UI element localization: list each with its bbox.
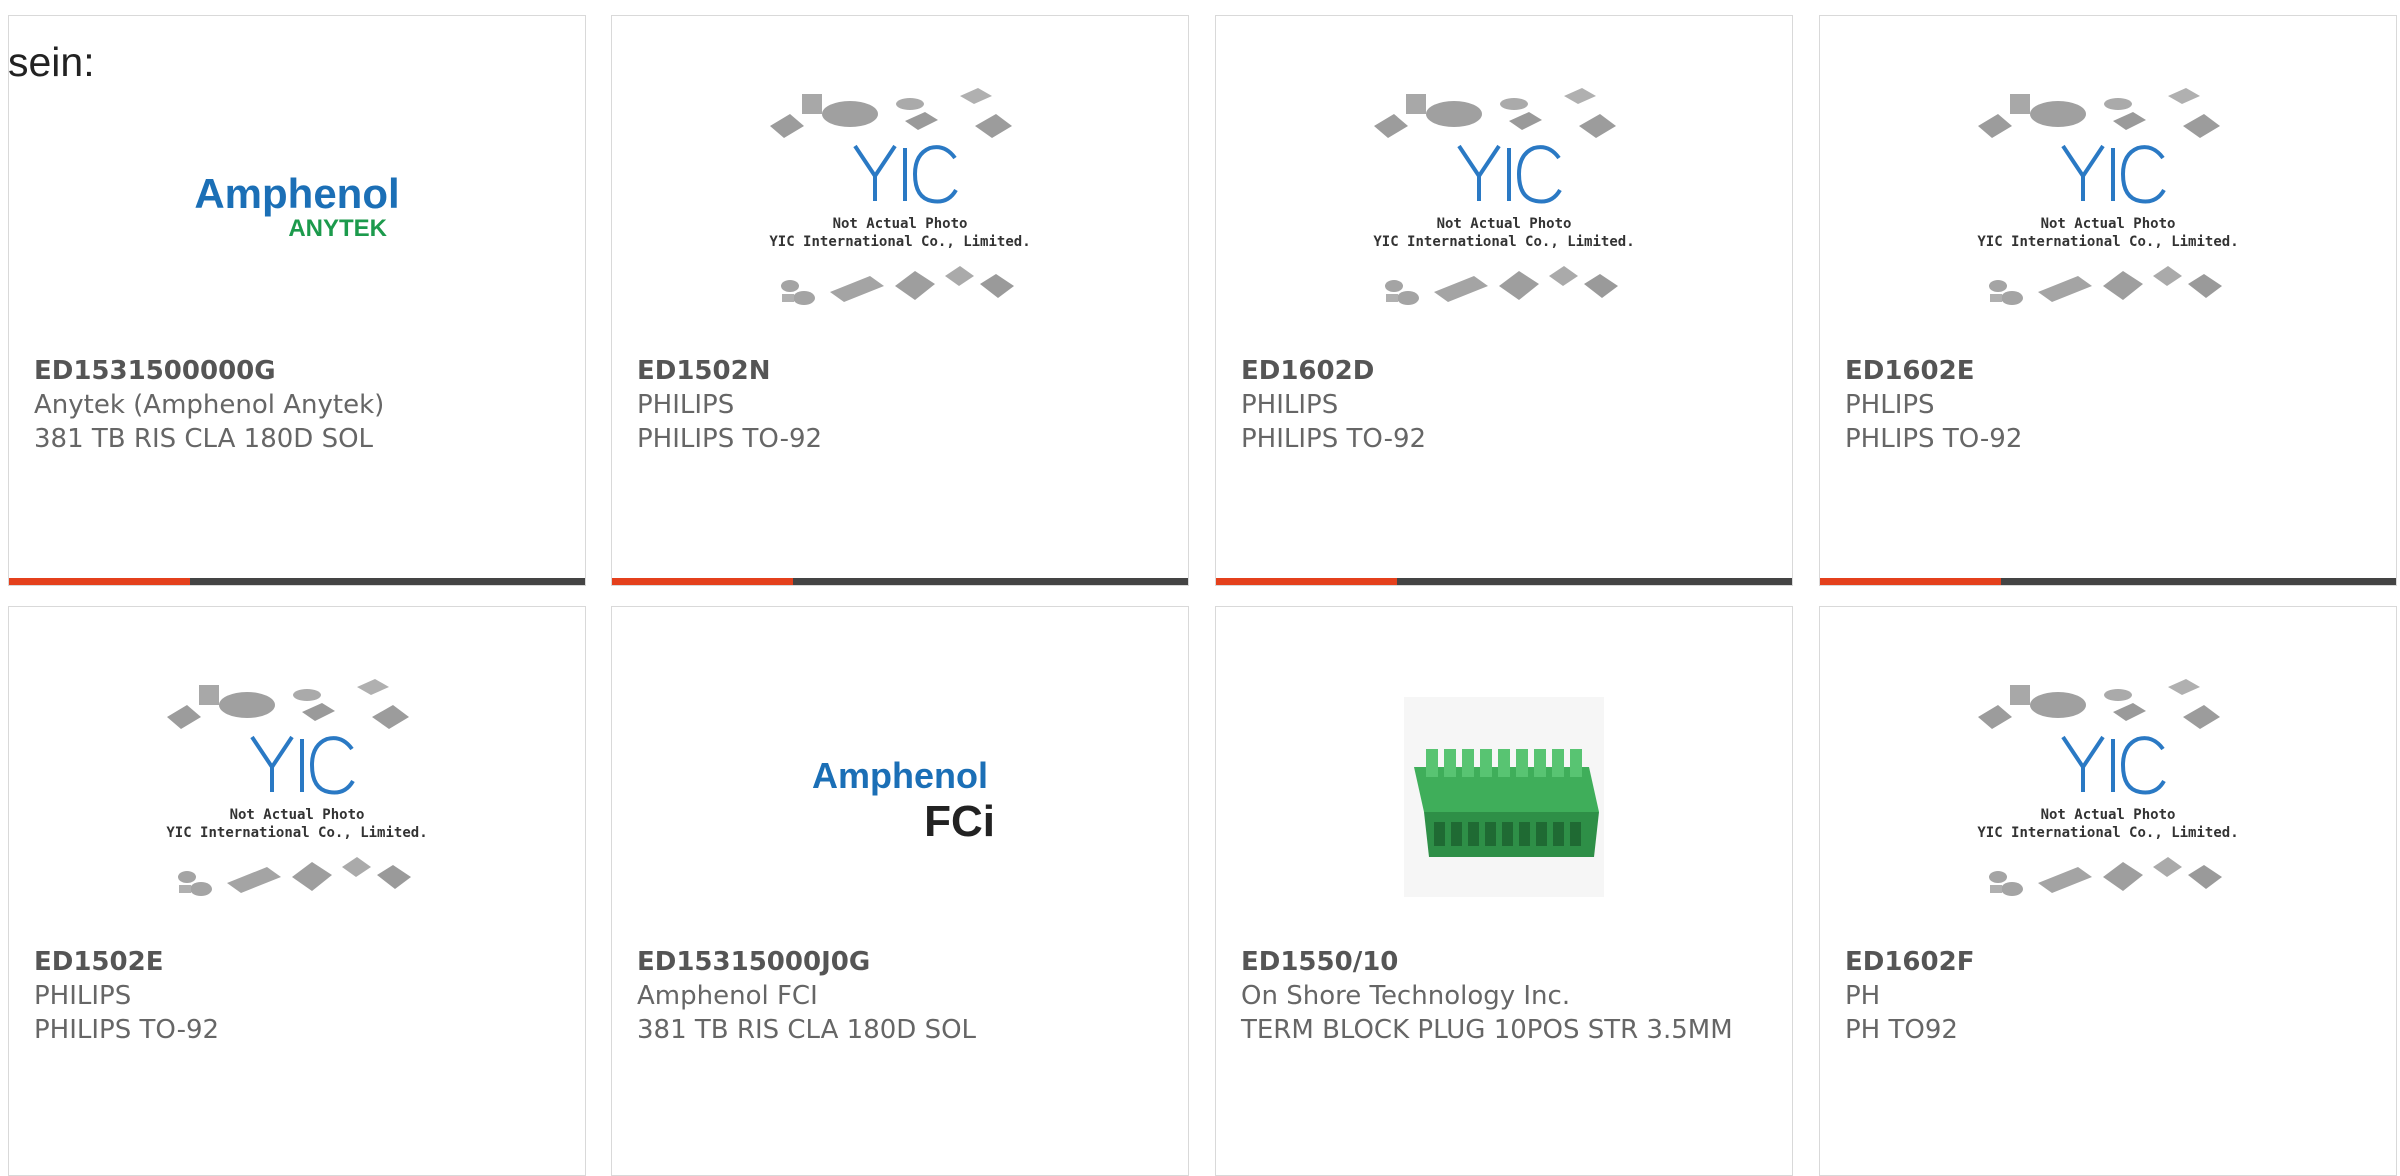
svg-text:ANYTEK: ANYTEK xyxy=(288,215,387,242)
svg-text:Not Actual Photo: Not Actual Photo xyxy=(833,216,968,232)
svg-text:YIC International Co., Limited: YIC International Co., Limited. xyxy=(166,825,427,841)
manufacturer: PHILIPS xyxy=(637,390,735,420)
svg-text:FCi: FCi xyxy=(924,797,995,842)
card-underline xyxy=(1216,578,1792,585)
manufacturer: On Shore Technology Inc. xyxy=(1241,981,1571,1011)
product-image: Amphenol ANYTEK xyxy=(9,76,585,336)
part-number: ED1531500000G xyxy=(34,356,276,386)
description: PH TO92 xyxy=(1845,1015,1958,1045)
product-card[interactable]: Not Actual Photo YIC International Co., … xyxy=(611,15,1189,586)
part-number: ED1502N xyxy=(637,356,771,386)
manufacturer: PHLIPS xyxy=(1845,390,1935,420)
yic-placeholder-image: Not Actual Photo YIC International Co., … xyxy=(166,679,428,896)
terminal-block-photo xyxy=(1404,697,1604,897)
svg-text:Amphenol: Amphenol xyxy=(812,755,988,796)
svg-text:YIC International Co., Limited: YIC International Co., Limited. xyxy=(769,234,1030,250)
description: PHILIPS TO-92 xyxy=(34,1015,220,1045)
svg-text:Not Actual Photo: Not Actual Photo xyxy=(2041,216,2176,232)
yic-placeholder-image: Not Actual Photo YIC International Co., … xyxy=(1977,679,2239,896)
part-number: ED1602F xyxy=(1845,947,1975,977)
description: PHILIPS TO-92 xyxy=(637,424,823,454)
product-card[interactable]: Not Actual Photo YIC International Co., … xyxy=(8,606,586,1176)
part-number: ED1550/10 xyxy=(1241,947,1399,977)
product-image xyxy=(1216,667,1792,927)
product-image: Not Actual Photo YIC International Co., … xyxy=(9,667,585,927)
description: PHLIPS TO-92 xyxy=(1845,424,2023,454)
product-image: Amphenol FCi xyxy=(612,667,1188,927)
product-card[interactable]: Not Actual Photo YIC International Co., … xyxy=(1819,606,2397,1176)
description: 381 TB RIS CLA 180D SOL xyxy=(34,424,374,454)
svg-text:Not Actual Photo: Not Actual Photo xyxy=(1437,216,1572,232)
product-card[interactable]: Not Actual Photo YIC International Co., … xyxy=(1215,15,1793,586)
card-underline xyxy=(9,578,585,585)
description: 381 TB RIS CLA 180D SOL xyxy=(637,1015,977,1045)
yic-placeholder-image: Not Actual Photo YIC International Co., … xyxy=(1977,88,2239,305)
manufacturer: PH xyxy=(1845,981,1881,1011)
product-card[interactable]: Not Actual Photo YIC International Co., … xyxy=(1819,15,2397,586)
svg-text:Not Actual Photo: Not Actual Photo xyxy=(230,807,365,823)
part-number: ED1602D xyxy=(1241,356,1375,386)
description: TERM BLOCK PLUG 10POS STR 3.5MM xyxy=(1241,1015,1733,1045)
description: PHILIPS TO-92 xyxy=(1241,424,1427,454)
part-number: ED1602E xyxy=(1845,356,1975,386)
yic-placeholder-image: Not Actual Photo YIC International Co., … xyxy=(769,88,1031,305)
product-image: Not Actual Photo YIC International Co., … xyxy=(1820,76,2396,336)
product-card[interactable]: Amphenol FCi ED15315000J0G Amphenol FCI … xyxy=(611,606,1189,1176)
svg-text:Amphenol: Amphenol xyxy=(194,170,399,217)
manufacturer: Anytek (Amphenol Anytek) xyxy=(34,390,385,420)
product-card[interactable]: Amphenol ANYTEK ED1531500000G Anytek (Am… xyxy=(8,15,586,586)
product-image: Not Actual Photo YIC International Co., … xyxy=(612,76,1188,336)
svg-text:YIC International Co., Limited: YIC International Co., Limited. xyxy=(1977,234,2238,250)
part-number: ED1502E xyxy=(34,947,164,977)
svg-text:YIC International Co., Limited: YIC International Co., Limited. xyxy=(1373,234,1634,250)
product-image: Not Actual Photo YIC International Co., … xyxy=(1820,667,2396,927)
yic-placeholder-image: Not Actual Photo YIC International Co., … xyxy=(1373,88,1635,305)
card-underline xyxy=(1820,578,2396,585)
part-number: ED15315000J0G xyxy=(637,947,871,977)
intro-text: sein: xyxy=(8,39,95,85)
product-card[interactable]: ED1550/10 On Shore Technology Inc. TERM … xyxy=(1215,606,1793,1176)
svg-text:Not Actual Photo: Not Actual Photo xyxy=(2041,807,2176,823)
manufacturer: Amphenol FCI xyxy=(637,981,818,1011)
amphenol-fci-logo: Amphenol FCi xyxy=(812,755,995,842)
card-underline xyxy=(612,578,1188,585)
manufacturer: PHILIPS xyxy=(1241,390,1339,420)
svg-text:YIC International Co., Limited: YIC International Co., Limited. xyxy=(1977,825,2238,841)
product-image: Not Actual Photo YIC International Co., … xyxy=(1216,76,1792,336)
manufacturer: PHILIPS xyxy=(34,981,132,1011)
amphenol-anytek-logo: Amphenol ANYTEK xyxy=(194,170,399,242)
